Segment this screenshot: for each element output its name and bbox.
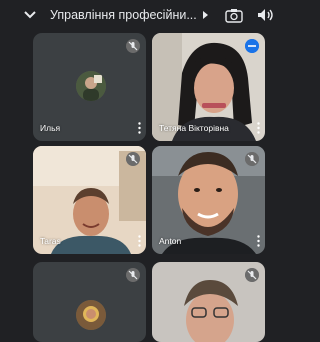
avatar xyxy=(76,71,106,101)
mic-off-icon xyxy=(245,152,259,166)
camera-switch-icon[interactable] xyxy=(225,7,243,23)
mic-off-icon xyxy=(245,268,259,282)
meeting-title[interactable]: Управління професійни... xyxy=(50,8,198,22)
more-options-icon[interactable] xyxy=(138,235,141,247)
meeting-header: Управління професійни... xyxy=(0,0,275,30)
mic-off-icon xyxy=(126,39,140,53)
participant-name: Тетяна Вікторівна xyxy=(159,123,229,133)
participant-tile[interactable]: Anton xyxy=(152,146,265,254)
participant-tile[interactable] xyxy=(152,262,265,342)
more-options-icon[interactable] xyxy=(257,122,260,134)
more-options-icon[interactable] xyxy=(138,122,141,134)
participant-name: Taras xyxy=(40,236,61,246)
speaker-icon[interactable] xyxy=(257,7,275,23)
chevron-down-icon[interactable] xyxy=(22,7,38,23)
participant-tile[interactable]: Тетяна Вікторівна xyxy=(152,33,265,141)
more-options-icon[interactable] xyxy=(257,235,260,247)
mic-off-icon xyxy=(126,152,140,166)
participant-tile[interactable]: Илья xyxy=(33,33,146,141)
mic-off-icon xyxy=(126,268,140,282)
speaking-indicator-icon xyxy=(245,39,259,53)
avatar xyxy=(76,300,106,330)
caret-right-icon[interactable] xyxy=(200,9,210,21)
participant-name: Anton xyxy=(159,236,182,246)
participant-tile[interactable]: Taras xyxy=(33,146,146,254)
participant-name: Илья xyxy=(40,123,61,133)
participant-tile[interactable] xyxy=(33,262,146,342)
